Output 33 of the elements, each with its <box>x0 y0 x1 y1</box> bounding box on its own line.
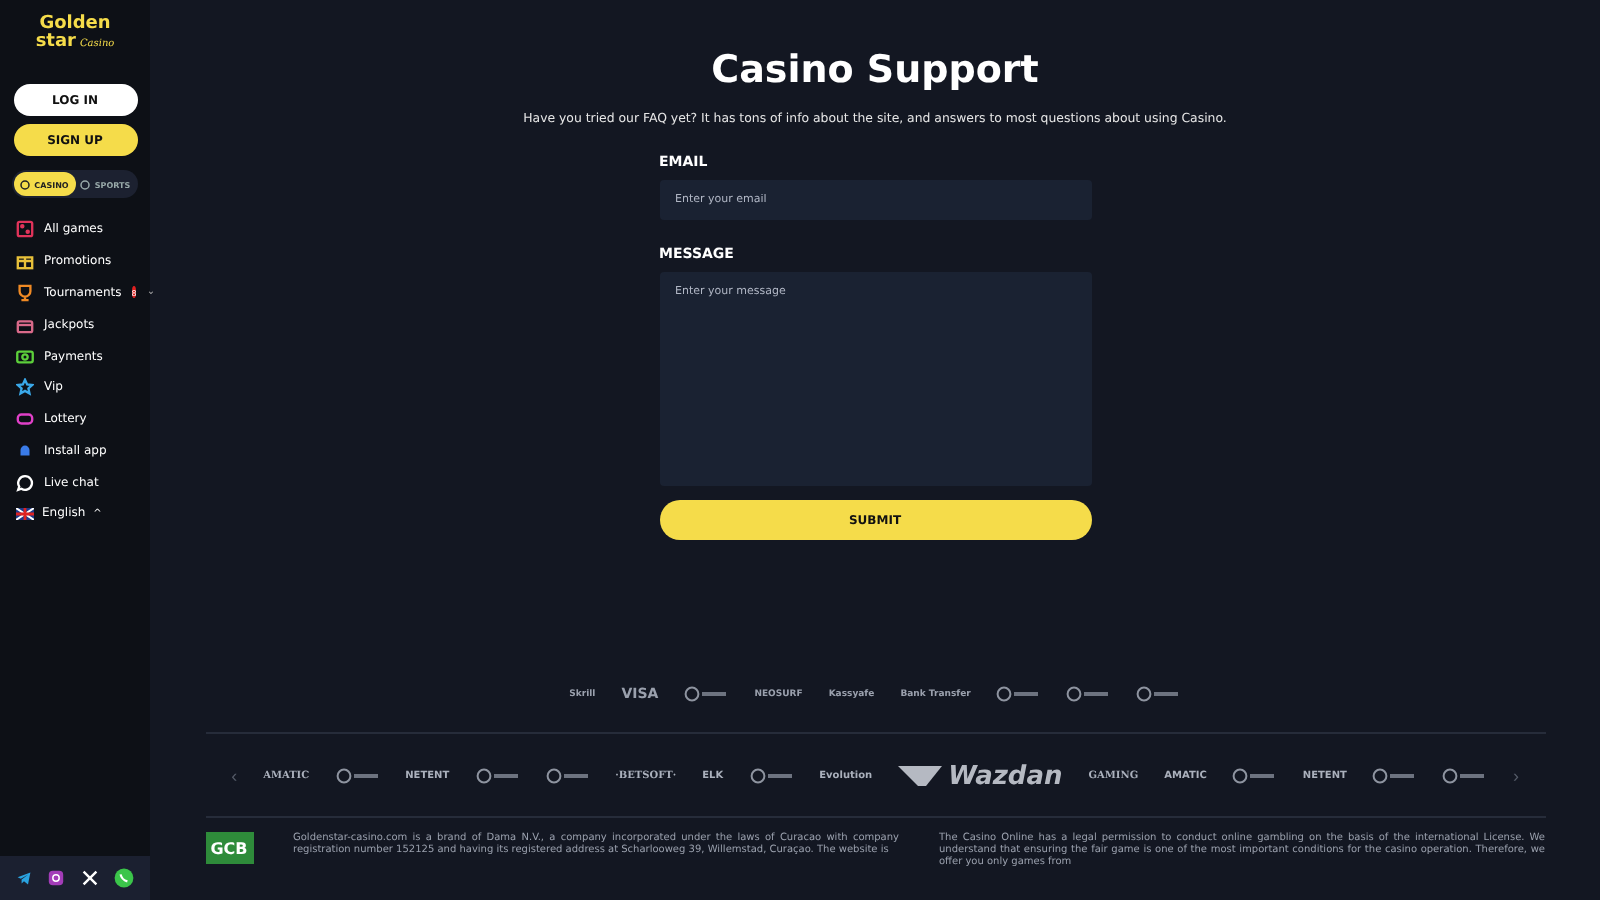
page-title: Casino Support <box>711 48 1039 92</box>
cash-icon <box>16 347 34 366</box>
flag-icon <box>16 507 34 520</box>
logo-icon <box>1136 686 1181 702</box>
dice-icon <box>16 220 34 239</box>
logo-text: Golden <box>39 16 111 34</box>
logo-icon <box>475 768 520 784</box>
chest-icon <box>16 315 34 334</box>
logo-icon <box>1372 768 1417 784</box>
logo-icon <box>335 768 380 784</box>
wing-icon <box>898 766 943 786</box>
gift-icon <box>16 252 34 271</box>
ball-icon <box>80 179 91 189</box>
logo-icon <box>996 686 1041 702</box>
star-icon <box>16 378 34 397</box>
chat-icon <box>16 473 34 492</box>
chip-icon <box>20 179 31 189</box>
license-badge[interactable]: GCB <box>205 832 253 864</box>
provider-logo: Wazdan <box>948 761 1063 791</box>
telegram-icon[interactable] <box>16 870 33 886</box>
logo-icon <box>545 768 590 784</box>
logo-text: star <box>35 34 76 52</box>
logo-icon <box>1066 686 1111 702</box>
trophy-icon <box>16 283 34 302</box>
logo-icon <box>1442 768 1487 784</box>
instagram-icon[interactable] <box>48 870 65 886</box>
logo-icon <box>1232 768 1277 784</box>
ticket-icon <box>16 410 34 429</box>
android-icon <box>16 441 34 460</box>
logo-icon <box>684 686 729 702</box>
x-icon[interactable] <box>81 870 98 886</box>
logo-icon <box>749 768 794 784</box>
whatsapp-icon[interactable] <box>113 868 134 888</box>
